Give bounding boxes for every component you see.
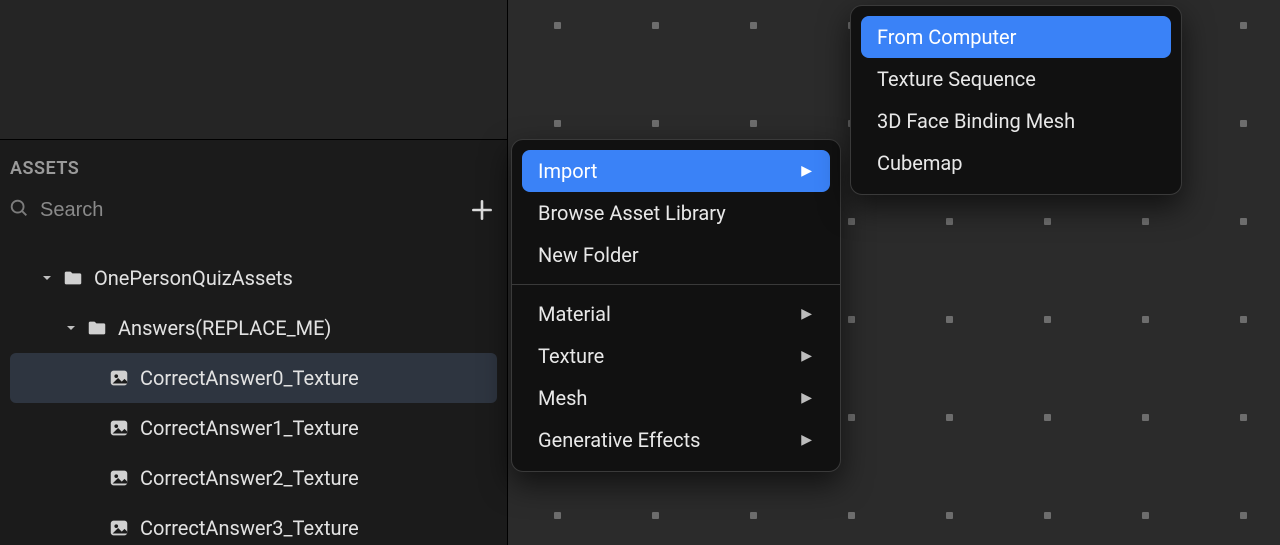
menu-item[interactable]: Texture Sequence xyxy=(861,58,1171,100)
menu-item[interactable]: 3D Face Binding Mesh xyxy=(861,100,1171,142)
menu-item[interactable]: Mesh ▶ xyxy=(522,377,830,419)
grid-dot xyxy=(946,512,953,519)
menu-item[interactable]: Cubemap xyxy=(861,142,1171,184)
grid-dot xyxy=(750,120,757,127)
grid-dot xyxy=(1240,512,1247,519)
folder-icon xyxy=(62,267,84,289)
grid-dot xyxy=(554,512,561,519)
grid-dot xyxy=(946,316,953,323)
grid-dot xyxy=(554,22,561,29)
asset-tree: OnePersonQuizAssets Answers(REPLACE_ME) … xyxy=(0,235,507,545)
grid-dot xyxy=(848,316,855,323)
menu-item-label: Generative Effects xyxy=(538,428,700,452)
folder-icon xyxy=(86,317,108,339)
context-menu-import: From Computer Texture Sequence 3D Face Bin… xyxy=(850,5,1182,195)
chevron-down-icon xyxy=(62,322,80,334)
menu-item-label: Material xyxy=(538,302,611,326)
texture-icon xyxy=(108,467,130,489)
grid-dot xyxy=(1142,316,1149,323)
panel-title: ASSETS xyxy=(0,154,507,189)
tree-asset-item[interactable]: CorrectAnswer2_Texture xyxy=(10,453,497,503)
menu-item-label: From Computer xyxy=(877,25,1016,49)
menu-item-label: New Folder xyxy=(538,243,639,267)
tree-label: CorrectAnswer3_Texture xyxy=(140,516,359,540)
chevron-down-icon xyxy=(38,272,56,284)
grid-dot xyxy=(1142,512,1149,519)
grid-dot xyxy=(652,120,659,127)
grid-dot xyxy=(1044,316,1051,323)
grid-dot xyxy=(554,120,561,127)
search-input[interactable] xyxy=(40,199,455,222)
grid-dot xyxy=(1240,218,1247,225)
menu-item[interactable]: Import ▶ xyxy=(522,150,830,192)
grid-dot xyxy=(1044,512,1051,519)
menu-item-label: Texture Sequence xyxy=(877,67,1036,91)
texture-icon xyxy=(108,367,130,389)
chevron-right-icon: ▶ xyxy=(801,390,812,406)
tree-label: CorrectAnswer2_Texture xyxy=(140,466,359,490)
texture-icon xyxy=(108,417,130,439)
grid-dot xyxy=(1240,316,1247,323)
grid-dot xyxy=(652,512,659,519)
menu-item[interactable]: From Computer xyxy=(861,16,1171,58)
tree-label: OnePersonQuizAssets xyxy=(94,266,293,290)
tree-subfolder[interactable]: Answers(REPLACE_ME) xyxy=(10,303,497,353)
tree-asset-item[interactable]: CorrectAnswer1_Texture xyxy=(10,403,497,453)
grid-dot xyxy=(848,512,855,519)
grid-dot xyxy=(750,22,757,29)
menu-item-label: Cubemap xyxy=(877,151,963,175)
tree-label: Answers(REPLACE_ME) xyxy=(118,316,331,340)
grid-dot xyxy=(1240,22,1247,29)
add-asset-button[interactable] xyxy=(465,193,499,227)
grid-dot xyxy=(1142,218,1149,225)
grid-dot xyxy=(1240,414,1247,421)
grid-dot xyxy=(848,414,855,421)
texture-icon xyxy=(108,517,130,539)
menu-item-label: Texture xyxy=(538,344,604,368)
tree-label: CorrectAnswer1_Texture xyxy=(140,416,359,440)
search-icon xyxy=(8,197,30,223)
menu-item-label: Mesh xyxy=(538,386,587,410)
grid-dot xyxy=(1044,414,1051,421)
tree-asset-item[interactable]: CorrectAnswer3_Texture xyxy=(10,503,497,545)
menu-item-label: 3D Face Binding Mesh xyxy=(877,109,1075,133)
menu-item[interactable]: Material ▶ xyxy=(522,293,830,335)
menu-item-label: Import xyxy=(538,159,597,183)
chevron-right-icon: ▶ xyxy=(801,348,812,364)
grid-dot xyxy=(848,218,855,225)
chevron-right-icon: ▶ xyxy=(801,432,812,448)
tree-root-folder[interactable]: OnePersonQuizAssets xyxy=(10,253,497,303)
chevron-right-icon: ▶ xyxy=(801,306,812,322)
grid-dot xyxy=(1240,120,1247,127)
tree-asset-item[interactable]: CorrectAnswer0_Texture xyxy=(10,353,497,403)
panel-top-spacer xyxy=(0,0,507,140)
grid-dot xyxy=(750,512,757,519)
menu-item[interactable]: Browse Asset Library xyxy=(522,192,830,234)
tree-label: CorrectAnswer0_Texture xyxy=(140,366,359,390)
menu-item[interactable]: Texture ▶ xyxy=(522,335,830,377)
menu-item[interactable]: Generative Effects ▶ xyxy=(522,419,830,461)
menu-item-label: Browse Asset Library xyxy=(538,201,726,225)
grid-dot xyxy=(1044,218,1051,225)
chevron-right-icon: ▶ xyxy=(801,163,812,179)
grid-dot xyxy=(1142,414,1149,421)
grid-dot xyxy=(946,414,953,421)
assets-panel: ASSETS OnePersonQuizAssets xyxy=(0,0,508,545)
context-menu-main: Import ▶ Browse Asset Library New Folder Mat… xyxy=(511,139,841,472)
menu-item[interactable]: New Folder xyxy=(522,234,830,276)
grid-dot xyxy=(652,22,659,29)
search-row xyxy=(0,189,507,235)
menu-separator xyxy=(512,284,840,285)
grid-dot xyxy=(946,218,953,225)
